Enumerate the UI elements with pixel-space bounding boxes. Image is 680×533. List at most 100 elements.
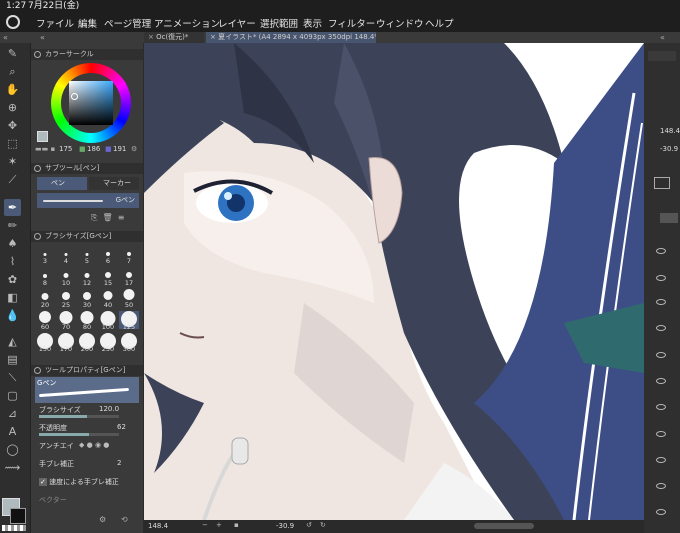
fit-icon[interactable]: ▪ xyxy=(234,521,239,529)
canvas[interactable] xyxy=(144,43,644,520)
tab-close-icon[interactable]: × xyxy=(210,33,218,41)
collapse-right-icon[interactable]: « xyxy=(660,32,665,43)
brush-size-option[interactable]: 7 xyxy=(119,245,139,265)
antialias-options-icon[interactable]: ◆ ● ◉ ● xyxy=(79,441,109,449)
airbrush-tool-icon[interactable]: ⌇ xyxy=(4,253,21,270)
color-picker-cursor[interactable] xyxy=(71,93,78,100)
brush-size-option[interactable]: 250 xyxy=(98,333,118,353)
brush-size-option[interactable]: 5 xyxy=(77,245,97,265)
sub-tool-g-pen[interactable]: Gペン xyxy=(37,193,139,208)
prop-brush-size[interactable]: ブラシサイズ 120.0 xyxy=(39,405,143,421)
brush-size-option[interactable]: 200 xyxy=(77,333,97,353)
app-logo-icon[interactable] xyxy=(6,15,20,29)
sub-color-swatch[interactable] xyxy=(10,508,26,524)
layer-visibility-icon[interactable] xyxy=(656,352,666,358)
menu-selection[interactable]: 選択範囲 xyxy=(260,16,298,30)
blend-tool-icon[interactable]: 💧 xyxy=(4,307,21,324)
brush-size-option[interactable]: 20 xyxy=(35,289,55,309)
layer-visibility-icon[interactable] xyxy=(656,483,666,489)
navigator-tab[interactable] xyxy=(648,51,676,61)
prop-opacity[interactable]: 不透明度 62 xyxy=(39,423,143,439)
brush-size-option[interactable]: 40 xyxy=(98,289,118,309)
prop-speed-stabilization[interactable]: ✓ 速度による手ブレ補正 xyxy=(39,477,143,493)
saturation-value-square[interactable] xyxy=(69,81,113,125)
sub-tool-tab-marker[interactable]: マーカー xyxy=(89,177,139,190)
brush-size-option[interactable]: 4 xyxy=(56,245,76,265)
object-tool-icon[interactable]: ⊕ xyxy=(4,99,21,116)
collapse-left-icon[interactable]: « xyxy=(3,32,8,43)
brush-size-option[interactable]: 15 xyxy=(98,267,118,287)
menu-layer[interactable]: レイヤー xyxy=(218,16,256,30)
menu-file[interactable]: ファイル xyxy=(36,16,74,30)
pencil-tool-icon[interactable]: ✏ xyxy=(4,217,21,234)
prop-vector[interactable]: ベクター xyxy=(39,495,143,511)
figure-tool-icon[interactable]: ⟍ xyxy=(4,369,21,386)
brush-size-option[interactable]: 125 xyxy=(119,311,139,331)
brush-size-option[interactable]: 30 xyxy=(77,289,97,309)
prop-antialias[interactable]: アンチエイ ◆ ● ◉ ● xyxy=(39,441,143,457)
rotate-left-icon[interactable]: ↺ xyxy=(306,521,312,529)
settings-icon[interactable]: ⚙ xyxy=(99,515,106,524)
gradient-tool-icon[interactable]: ▤ xyxy=(4,351,21,368)
menu-page[interactable]: ページ管理 xyxy=(104,16,151,30)
current-color-chip[interactable] xyxy=(37,131,48,142)
brush-size-option[interactable]: 170 xyxy=(56,333,76,353)
menu-animation[interactable]: アニメーション xyxy=(154,16,220,30)
hand-tool-icon[interactable]: ✋ xyxy=(4,81,21,98)
eraser-tool-icon[interactable]: ◧ xyxy=(4,289,21,306)
correct-line-tool-icon[interactable]: ⟿ xyxy=(4,459,21,476)
magic-wand-icon[interactable]: ✶ xyxy=(4,153,21,170)
subtool-menu-icon[interactable]: ≡ xyxy=(118,213,125,222)
decoration-tool-icon[interactable]: ✿ xyxy=(4,271,21,288)
tab-close-icon[interactable]: × xyxy=(148,33,156,41)
brush-size-option[interactable]: 80 xyxy=(77,311,97,331)
fill-tool-icon[interactable]: ◭ xyxy=(4,333,21,350)
brush-size-option[interactable]: 17 xyxy=(119,267,139,287)
menu-window[interactable]: ウィンドウ xyxy=(376,16,424,30)
brush-size-option[interactable]: 6 xyxy=(98,245,118,265)
pen-tool-icon[interactable]: ✎ xyxy=(4,45,21,62)
layer-visibility-icon[interactable] xyxy=(656,431,666,437)
transparent-color-swatch[interactable] xyxy=(2,525,26,531)
layer-mode-icon[interactable] xyxy=(654,177,670,189)
layer-visibility-icon[interactable] xyxy=(656,248,666,254)
menu-view[interactable]: 表示 xyxy=(303,16,322,30)
layer-visibility-icon[interactable] xyxy=(656,509,666,515)
copy-subtool-icon[interactable]: ⎘ xyxy=(91,213,97,222)
eyedropper-icon[interactable]: ⟋ xyxy=(4,171,21,188)
zoom-in-icon[interactable]: + xyxy=(216,521,222,529)
rotate-right-icon[interactable]: ↻ xyxy=(320,521,326,529)
collapse-palette-icon[interactable]: « xyxy=(40,32,45,43)
brush-size-option[interactable]: 100 xyxy=(98,311,118,331)
layer-thumb[interactable] xyxy=(660,213,678,223)
brush-size-option[interactable]: 70 xyxy=(56,311,76,331)
brush-size-option[interactable]: 3 xyxy=(35,245,55,265)
brush-size-option[interactable]: 300 xyxy=(119,333,139,353)
horizontal-scrollbar[interactable] xyxy=(474,523,534,529)
brush-size-option[interactable]: 10 xyxy=(56,267,76,287)
prop-stabilization[interactable]: 手ブレ補正 2 xyxy=(39,459,143,475)
brush-tool-icon[interactable]: ♠ xyxy=(4,235,21,252)
hue-ring[interactable] xyxy=(51,63,131,143)
sub-tool-tab-pen[interactable]: ペン xyxy=(37,177,87,190)
menu-edit[interactable]: 編集 xyxy=(78,16,97,30)
ruler-tool-icon[interactable]: ⊿ xyxy=(4,405,21,422)
tab-summer-illust[interactable]: × 夏イラスト* (A4 2894 x 4093px 350dpi 148.4%… xyxy=(206,32,376,43)
layer-visibility-icon[interactable] xyxy=(656,378,666,384)
zoom-out-icon[interactable]: − xyxy=(202,521,208,529)
pen-active-icon[interactable]: ✒ xyxy=(4,199,21,216)
color-settings-icon[interactable]: ⚙ xyxy=(131,144,137,154)
layer-visibility-icon[interactable] xyxy=(656,457,666,463)
brush-size-option[interactable]: 12 xyxy=(77,267,97,287)
menu-filter[interactable]: フィルター xyxy=(328,16,375,30)
brush-size-option[interactable]: 25 xyxy=(56,289,76,309)
tab-oc[interactable]: × Oc(復元)* xyxy=(144,32,204,43)
layer-visibility-icon[interactable] xyxy=(656,325,666,331)
color-mode-icon[interactable]: ▬▬ ▪ xyxy=(35,145,55,153)
brush-size-option[interactable]: 50 xyxy=(119,289,139,309)
layer-visibility-icon[interactable] xyxy=(656,275,666,281)
reset-icon[interactable]: ⟲ xyxy=(121,515,128,524)
brush-size-option[interactable]: 60 xyxy=(35,311,55,331)
zoom-tool-icon[interactable]: ⌕ xyxy=(4,63,21,80)
checkbox-checked-icon[interactable]: ✓ xyxy=(39,478,47,486)
